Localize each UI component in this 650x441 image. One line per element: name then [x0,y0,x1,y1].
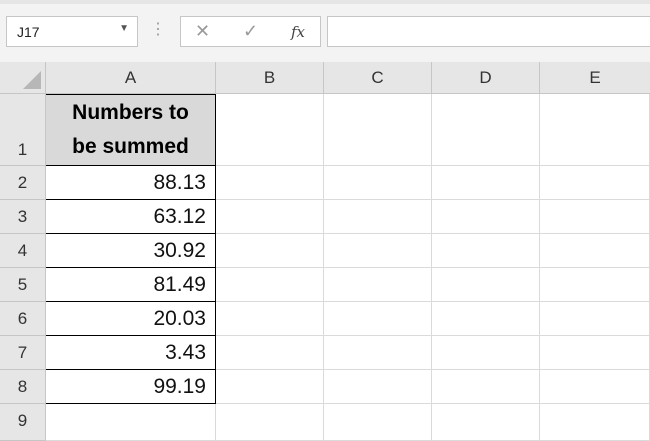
enter-check-icon[interactable]: ✓ [243,21,258,42]
select-all-button[interactable] [0,62,46,94]
formula-bar: J17 ▼ ⋮ ✕ ✓ fx [0,4,650,62]
column-header-b[interactable]: B [216,62,324,94]
cell-a1[interactable]: Numbers to be summed [46,94,216,166]
row-header-5[interactable]: 5 [0,268,46,302]
vertical-dots-icon[interactable]: ⋮ [150,22,166,38]
cell-b1[interactable] [216,94,324,166]
cell-b7[interactable] [216,336,324,370]
select-all-triangle-icon [23,71,41,89]
cell-c9[interactable] [324,404,432,441]
column-header-a[interactable]: A [46,62,216,94]
cell-e7[interactable] [540,336,650,370]
cell-a9[interactable] [46,404,216,441]
cell-b4[interactable] [216,234,324,268]
cell-a8[interactable]: 99.19 [46,370,216,404]
cell-a3[interactable]: 63.12 [46,200,216,234]
cell-e8[interactable] [540,370,650,404]
cell-d2[interactable] [432,166,540,200]
cell-c6[interactable] [324,302,432,336]
formula-buttons: ✕ ✓ fx [180,16,321,47]
cell-a7[interactable]: 3.43 [46,336,216,370]
cell-d1[interactable] [432,94,540,166]
cell-c7[interactable] [324,336,432,370]
name-box[interactable]: J17 ▼ [6,16,138,47]
row-header-2[interactable]: 2 [0,166,46,200]
cell-e6[interactable] [540,302,650,336]
column-header-d[interactable]: D [432,62,540,94]
row-header-7[interactable]: 7 [0,336,46,370]
row-header-1[interactable]: 1 [0,94,46,166]
cell-e3[interactable] [540,200,650,234]
cell-a2[interactable]: 88.13 [46,166,216,200]
cell-d8[interactable] [432,370,540,404]
cell-c8[interactable] [324,370,432,404]
cancel-icon[interactable]: ✕ [195,21,210,42]
cell-c1[interactable] [324,94,432,166]
formula-input[interactable] [327,16,650,47]
name-box-value: J17 [17,24,40,40]
column-header-c[interactable]: C [324,62,432,94]
cell-b6[interactable] [216,302,324,336]
insert-function-icon[interactable]: fx [291,23,305,41]
cell-c5[interactable] [324,268,432,302]
cell-d3[interactable] [432,200,540,234]
cell-e4[interactable] [540,234,650,268]
row-header-9[interactable]: 9 [0,404,46,441]
cell-c3[interactable] [324,200,432,234]
cell-b3[interactable] [216,200,324,234]
cell-d4[interactable] [432,234,540,268]
cell-d5[interactable] [432,268,540,302]
cell-d9[interactable] [432,404,540,441]
cell-b5[interactable] [216,268,324,302]
cell-e1[interactable] [540,94,650,166]
cell-a5[interactable]: 81.49 [46,268,216,302]
cell-a6[interactable]: 20.03 [46,302,216,336]
cell-e9[interactable] [540,404,650,441]
cell-a1-line-2: be summed [72,135,189,158]
cell-a1-line-1: Numbers to [72,101,189,124]
cell-d6[interactable] [432,302,540,336]
column-header-e[interactable]: E [540,62,650,94]
cell-e5[interactable] [540,268,650,302]
cell-a4[interactable]: 30.92 [46,234,216,268]
chevron-down-icon[interactable]: ▼ [119,23,129,34]
cell-c2[interactable] [324,166,432,200]
cell-e2[interactable] [540,166,650,200]
row-header-6[interactable]: 6 [0,302,46,336]
row-header-8[interactable]: 8 [0,370,46,404]
cell-c4[interactable] [324,234,432,268]
cell-b2[interactable] [216,166,324,200]
row-header-4[interactable]: 4 [0,234,46,268]
cell-b9[interactable] [216,404,324,441]
cell-d7[interactable] [432,336,540,370]
cell-b8[interactable] [216,370,324,404]
row-header-3[interactable]: 3 [0,200,46,234]
